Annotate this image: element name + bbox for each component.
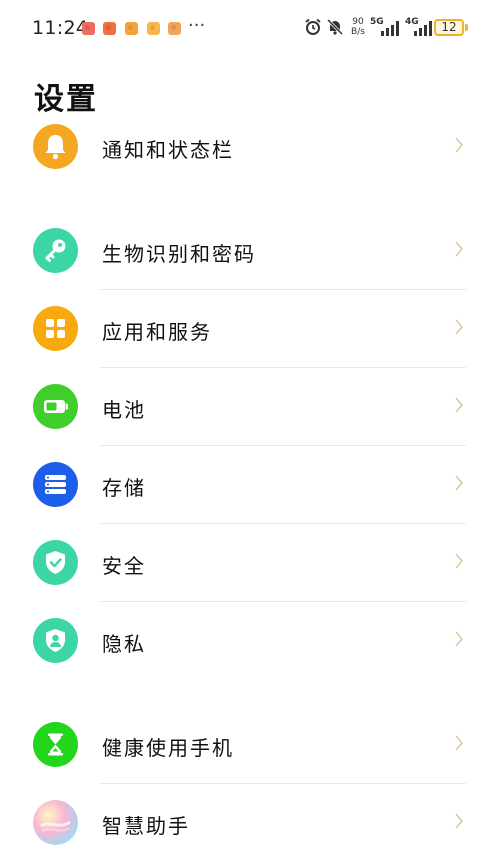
notification-icon (82, 22, 95, 35)
settings-item-smart-assistant[interactable]: 智慧助手 (0, 784, 500, 862)
chevron-right-icon (454, 474, 464, 496)
battery-level: 12 (441, 20, 457, 34)
chevron-right-icon (454, 318, 464, 340)
battery-icon: 12 (434, 19, 464, 36)
bell-icon (33, 124, 78, 169)
battery-icon (33, 384, 78, 429)
chevron-right-icon (454, 552, 464, 574)
settings-item-notifications[interactable]: 通知和状态栏 (0, 108, 500, 186)
settings-item-label: 隐私 (102, 632, 146, 656)
more-notifications-indicator: ··· (188, 15, 206, 36)
chevron-right-icon (454, 812, 464, 834)
apps-grid-icon (33, 306, 78, 351)
privacy-shield-icon (33, 618, 78, 663)
settings-item-privacy[interactable]: 隐私 (0, 602, 500, 680)
settings-item-storage[interactable]: 存储 (0, 446, 500, 524)
alarm-icon (304, 18, 322, 40)
status-bar: 11:24 ··· 90 B/s 5G 4G 12 (0, 0, 500, 56)
settings-item-label: 健康使用手机 (102, 736, 234, 760)
settings-item-label: 生物识别和密码 (102, 242, 256, 266)
storage-icon (33, 462, 78, 507)
signal-icon (414, 20, 434, 36)
settings-item-label: 通知和状态栏 (102, 138, 234, 162)
battery-cap (465, 24, 468, 31)
chevron-right-icon (454, 136, 464, 158)
chevron-right-icon (454, 396, 464, 418)
chevron-right-icon (454, 240, 464, 262)
chevron-right-icon (454, 734, 464, 756)
settings-item-label: 应用和服务 (102, 320, 212, 344)
network-speed-value: 90 (352, 17, 364, 27)
status-time: 11:24 (32, 17, 89, 39)
network-speed-unit: B/s (351, 27, 365, 37)
notification-icon (125, 22, 138, 35)
settings-item-label: 电池 (102, 398, 146, 422)
hourglass-icon (33, 722, 78, 767)
settings-item-battery[interactable]: 电池 (0, 368, 500, 446)
settings-item-biometrics[interactable]: 生物识别和密码 (0, 212, 500, 290)
settings-item-label: 智慧助手 (102, 814, 190, 838)
notification-icon (168, 22, 181, 35)
key-icon (33, 228, 78, 273)
settings-item-label: 安全 (102, 554, 146, 578)
mute-icon (326, 18, 344, 40)
chevron-right-icon (454, 630, 464, 652)
settings-item-digital-wellbeing[interactable]: 健康使用手机 (0, 706, 500, 784)
assistant-orb-icon (33, 800, 78, 845)
signal-icon (379, 20, 399, 36)
notification-icon (147, 22, 160, 35)
settings-item-apps-services[interactable]: 应用和服务 (0, 290, 500, 368)
shield-check-icon (33, 540, 78, 585)
settings-item-label: 存储 (102, 476, 146, 500)
settings-item-security[interactable]: 安全 (0, 524, 500, 602)
network-speed: 90 B/s (349, 17, 367, 37)
notification-icon (103, 22, 116, 35)
